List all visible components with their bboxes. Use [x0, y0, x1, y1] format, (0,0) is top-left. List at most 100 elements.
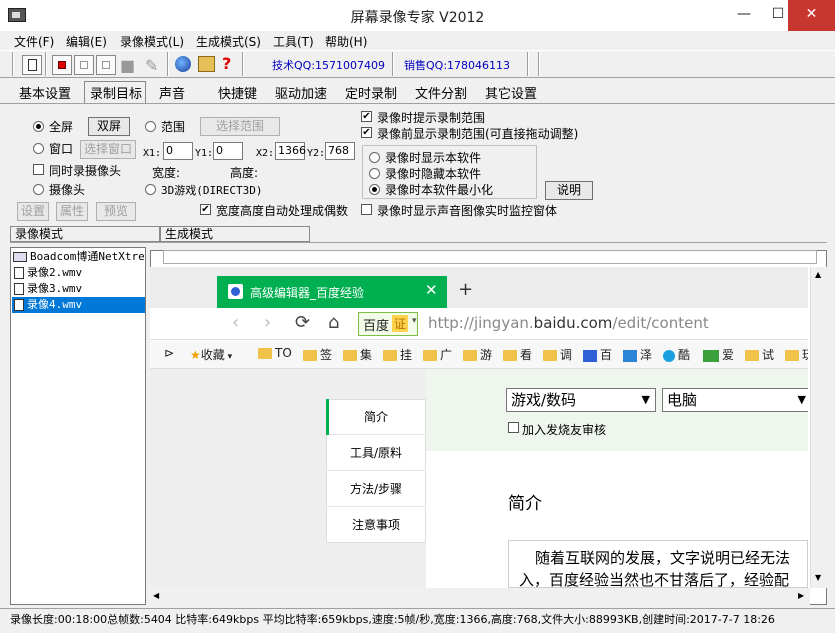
file-list[interactable]: Boadcom博通NetXtrem 录像2.wmv 录像3.wmv 录像4.wm…	[10, 247, 146, 605]
tab-record-target[interactable]: 录制目标	[90, 83, 142, 102]
bookmark-favorites[interactable]: ★收藏 ▾	[190, 346, 232, 363]
x2-label: X2:	[256, 148, 275, 159]
preview-button[interactable]: 预览	[96, 202, 136, 221]
bookmark-item[interactable]: 广	[423, 346, 452, 363]
close-button[interactable]: ✕	[788, 0, 835, 31]
fullscreen-radio[interactable]	[33, 121, 44, 132]
properties-button[interactable]: 属性	[56, 202, 88, 221]
camera-icon[interactable]: ■	[120, 56, 135, 75]
minimize-button[interactable]: —	[727, 0, 761, 31]
hint-range-label: 录像时提示录制范围	[377, 111, 486, 125]
pause-icon-2[interactable]	[96, 55, 116, 75]
generate-mode-bar[interactable]: 生成模式	[160, 226, 310, 242]
bookmark-item[interactable]: 集	[343, 346, 372, 363]
list-item[interactable]: Boadcom博通NetXtrem	[12, 249, 145, 265]
url-field[interactable]: http://jingyan.baidu.com/edit/content	[428, 314, 709, 332]
vertical-scrollbar[interactable]: ▲ ▼	[810, 267, 827, 588]
menu-file[interactable]: 文件(F)	[14, 33, 54, 50]
dual-screen-button[interactable]: 双屏	[88, 117, 130, 136]
minimize-self-radio[interactable]	[369, 184, 380, 195]
bookmark-item[interactable]: TO	[258, 346, 292, 360]
hint-range-checkbox[interactable]: ✔	[361, 111, 372, 122]
side-nav-intro[interactable]: 简介	[326, 399, 426, 435]
scroll-left-icon[interactable]: ◀	[153, 591, 159, 600]
bookmark-item[interactable]: 百	[583, 346, 612, 363]
scroll-up-icon[interactable]: ▲	[815, 270, 821, 279]
intro-editor[interactable]: 随着互联网的发展，文字说明已经无法 入，百度经验当然也不甘落后了，经验配	[508, 540, 808, 588]
bookmark-item[interactable]: 看	[503, 346, 532, 363]
bookmark-item[interactable]: 调	[543, 346, 572, 363]
list-item[interactable]: 录像3.wmv	[12, 281, 145, 297]
hide-self-radio[interactable]	[369, 168, 380, 179]
home-icon[interactable]: ⌂	[328, 312, 339, 333]
menu-generate-mode[interactable]: 生成模式(S)	[196, 33, 261, 50]
preview-progress[interactable]	[163, 250, 817, 264]
help-icon[interactable]: ?	[222, 54, 231, 73]
tools-icon[interactable]	[198, 56, 215, 72]
show-range-checkbox[interactable]: ✔	[361, 127, 372, 138]
close-icon[interactable]: ✕	[425, 281, 438, 299]
qq-sales[interactable]: 销售QQ:178046113	[404, 57, 510, 73]
record-mode-bar[interactable]: 录像模式	[10, 226, 160, 242]
bookmark-item[interactable]: 酷	[663, 346, 690, 363]
select-window-button[interactable]: 选择窗口	[80, 140, 136, 159]
bookmark-item[interactable]: 试	[745, 346, 774, 363]
menu-help[interactable]: 帮助(H)	[325, 33, 367, 50]
pause-icon[interactable]	[74, 55, 94, 75]
x1-field[interactable]: 0	[163, 142, 193, 160]
tab-sound[interactable]: 声音	[159, 83, 185, 102]
tab-driver-accel[interactable]: 驱动加速	[275, 83, 327, 102]
game3d-radio[interactable]	[145, 184, 156, 195]
window-radio[interactable]	[33, 143, 44, 154]
x2-field[interactable]: 1366	[275, 142, 306, 160]
tab-basic-settings[interactable]: 基本设置	[19, 83, 71, 102]
bookmark-item[interactable]: 签	[303, 346, 332, 363]
scroll-down-icon[interactable]: ▼	[815, 573, 821, 582]
horizontal-scrollbar[interactable]: ◀ ▶	[150, 588, 810, 605]
refresh-icon[interactable]: ⟳	[295, 312, 310, 333]
forward-icon[interactable]: ›	[264, 312, 271, 333]
bookmark-item[interactable]: 游	[463, 346, 492, 363]
new-file-icon[interactable]	[22, 55, 42, 75]
menu-edit[interactable]: 编辑(E)	[66, 33, 107, 50]
range-radio[interactable]	[145, 121, 156, 132]
tab-other-settings[interactable]: 其它设置	[485, 83, 537, 102]
select-range-button[interactable]: 选择范围	[200, 117, 280, 136]
tab-file-split[interactable]: 文件分割	[415, 83, 467, 102]
back-icon[interactable]: ‹	[232, 312, 239, 333]
bookmark-item[interactable]: 爱	[703, 346, 734, 363]
side-nav-steps[interactable]: 方法/步骤	[326, 471, 426, 507]
bookmark-item[interactable]: 泽	[623, 346, 652, 363]
scroll-right-icon[interactable]: ▶	[798, 591, 804, 600]
baidu-icon	[583, 349, 597, 362]
tab-scheduled[interactable]: 定时录制	[345, 83, 397, 102]
review-checkbox[interactable]	[508, 422, 519, 433]
brush-icon[interactable]: ✎	[145, 56, 158, 75]
subcategory-select[interactable]: 电脑 ▼	[662, 388, 808, 412]
globe-icon[interactable]	[175, 56, 191, 72]
y1-field[interactable]: 0	[213, 142, 243, 160]
record-icon[interactable]	[52, 55, 72, 75]
audio-monitor-checkbox[interactable]	[361, 204, 372, 215]
camera-radio[interactable]	[33, 184, 44, 195]
side-nav-notes[interactable]: 注意事项	[326, 507, 426, 543]
explain-button[interactable]: 说明	[545, 181, 593, 200]
list-item[interactable]: 录像2.wmv	[12, 265, 145, 281]
category-select[interactable]: 游戏/数码 ▼	[506, 388, 656, 412]
chevron-down-icon[interactable]: ▾	[412, 316, 417, 326]
tab-hotkeys[interactable]: 快捷键	[218, 83, 257, 102]
even-dims-checkbox[interactable]: ✔	[200, 204, 211, 215]
menu-tools[interactable]: 工具(T)	[273, 33, 314, 50]
list-item-selected[interactable]: 录像4.wmv	[12, 297, 145, 313]
bookmark-item[interactable]: 挂	[383, 346, 412, 363]
bookmarks-toggle-icon[interactable]: ⊳	[164, 346, 174, 360]
new-tab-button[interactable]: +	[458, 279, 473, 300]
qq-tech[interactable]: 技术QQ:1571007409	[272, 57, 385, 73]
side-nav-tools[interactable]: 工具/原料	[326, 435, 426, 471]
settings-button[interactable]: 设置	[17, 202, 49, 221]
bookmark-item[interactable]: 玩	[785, 346, 808, 363]
show-self-radio[interactable]	[369, 152, 380, 163]
y2-field[interactable]: 768	[325, 142, 355, 160]
also-camera-checkbox[interactable]	[33, 164, 44, 175]
menu-record-mode[interactable]: 录像模式(L)	[120, 33, 184, 50]
